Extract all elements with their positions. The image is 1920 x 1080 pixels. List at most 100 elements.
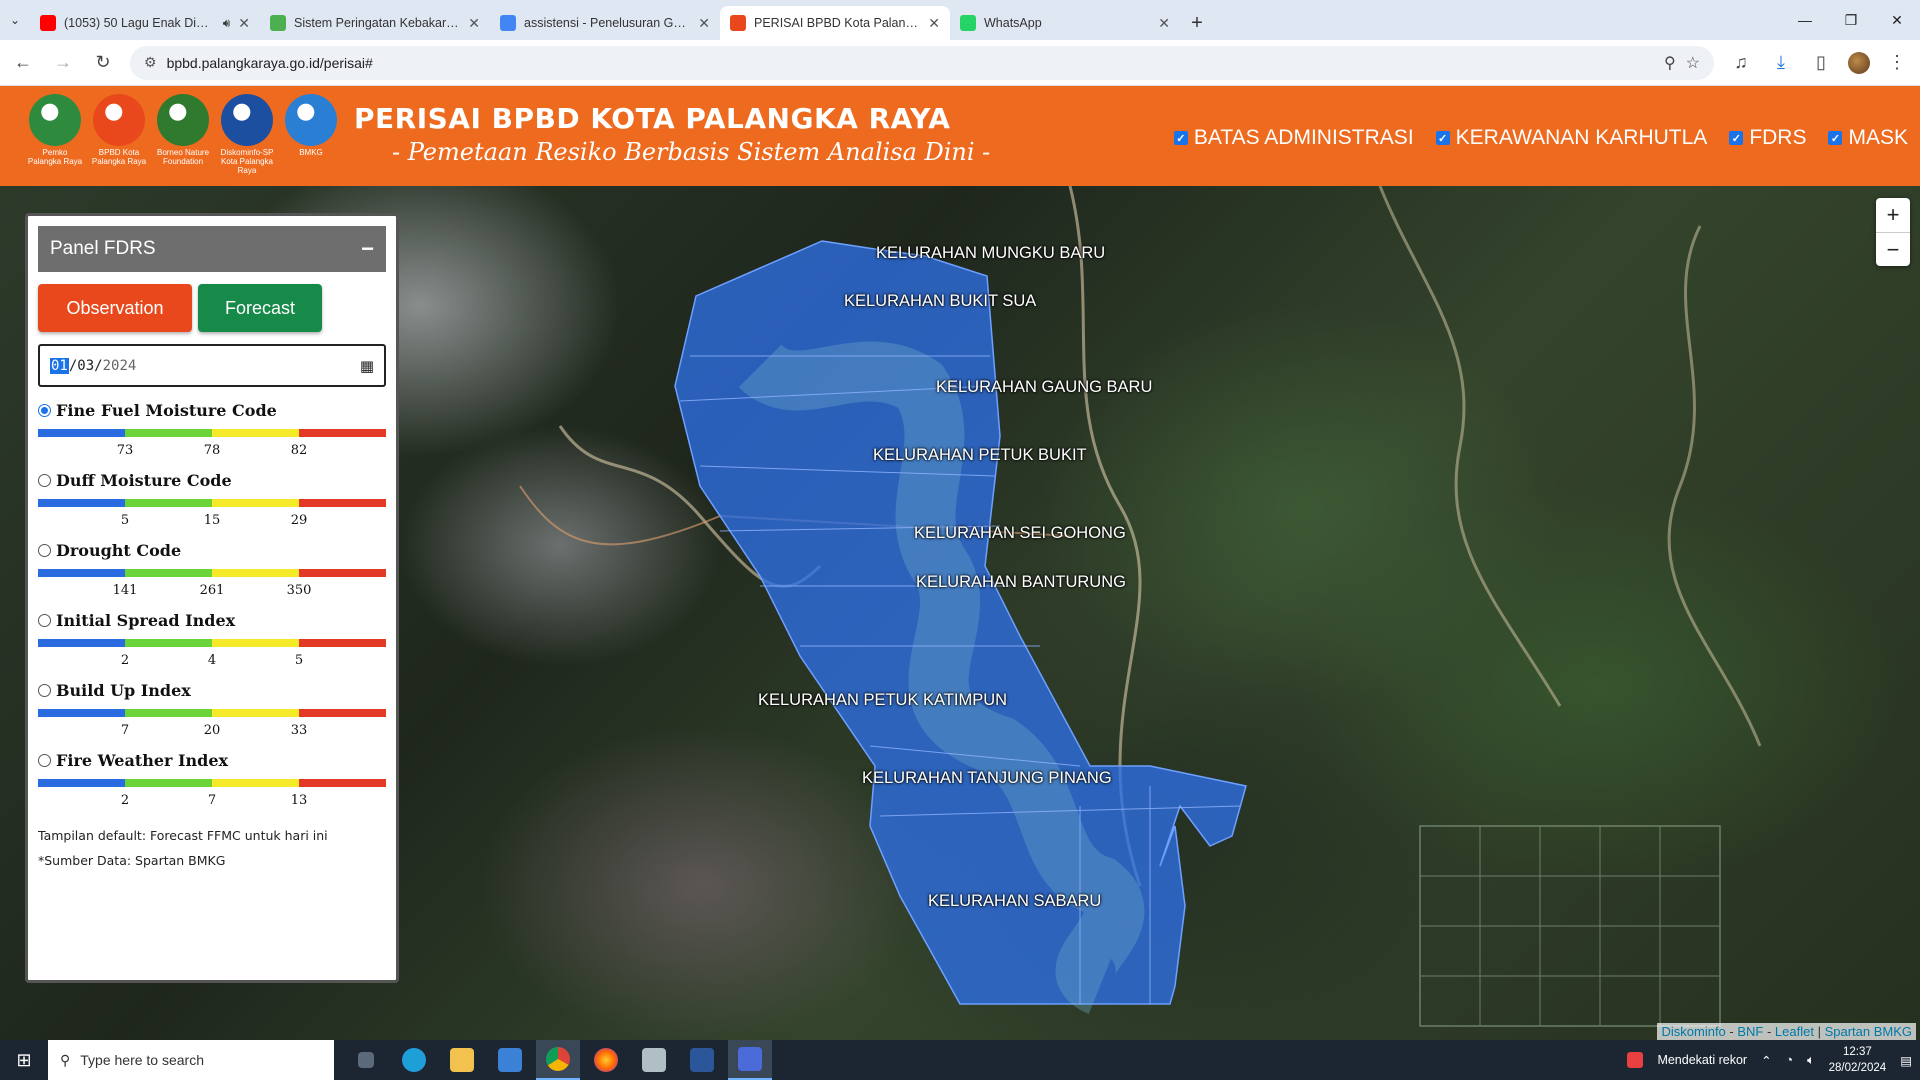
- fdrs-index-option[interactable]: Fire Weather Index 2 7 13: [38, 751, 386, 808]
- kelurahan-label[interactable]: KELURAHAN PETUK BUKIT: [873, 446, 1087, 465]
- network-icon[interactable]: ◔: [1786, 1053, 1794, 1067]
- browser-tab[interactable]: (1053) 50 Lagu Enak Didengar 🔊︎ ✕: [30, 6, 260, 40]
- site-header: Pemko Palangka Raya BPBD Kota Palangka R…: [0, 86, 1920, 186]
- download-icon[interactable]: ⤓: [1768, 52, 1794, 73]
- scale-tick-label: 261: [199, 583, 225, 598]
- clock[interactable]: 12:37 28/02/2024: [1829, 1044, 1887, 1076]
- browser-tab[interactable]: assistensi - Penelusuran Google ✕: [490, 6, 720, 40]
- volume-icon[interactable]: 🔈︎: [1807, 1053, 1815, 1068]
- media-control-icon[interactable]: ♫: [1728, 52, 1754, 73]
- date-month[interactable]: 03: [77, 358, 94, 374]
- close-tab-icon[interactable]: ✕: [1158, 15, 1170, 32]
- url-text[interactable]: bpbd.palangkaraya.go.id/perisai#: [167, 55, 1654, 71]
- checkbox[interactable]: ✓: [1828, 131, 1843, 145]
- speaker-icon[interactable]: 🔊︎: [223, 16, 231, 31]
- kelurahan-label[interactable]: KELURAHAN SABARU: [928, 892, 1101, 911]
- layer-toggle[interactable]: ✓ KERAWANAN KARHUTLA: [1435, 126, 1707, 150]
- date-day[interactable]: 01: [50, 357, 69, 374]
- index-name[interactable]: Fire Weather Index: [56, 751, 228, 770]
- index-radio[interactable]: [38, 684, 51, 697]
- close-window-button[interactable]: ✕: [1874, 0, 1920, 40]
- fdrs-index-option[interactable]: Drought Code 141 261 350: [38, 541, 386, 598]
- zoom-out-button[interactable]: −: [1876, 232, 1910, 266]
- windows-start-icon[interactable]: ⊞: [0, 1040, 48, 1080]
- checkbox[interactable]: ✓: [1173, 131, 1188, 145]
- layer-toggle[interactable]: ✓ FDRS: [1729, 126, 1806, 150]
- new-tab-button[interactable]: +: [1180, 6, 1214, 40]
- tab-search-button[interactable]: ⌄: [0, 0, 30, 40]
- observation-button[interactable]: Observation: [38, 284, 192, 332]
- file-explorer-icon[interactable]: [440, 1040, 484, 1080]
- weather-icon[interactable]: [1627, 1052, 1644, 1068]
- index-name[interactable]: Drought Code: [56, 541, 181, 560]
- tray-chevron-icon[interactable]: ⌃: [1761, 1053, 1771, 1068]
- kelurahan-label[interactable]: KELURAHAN BUKIT SUA: [844, 292, 1036, 311]
- back-icon[interactable]: ←: [10, 52, 36, 73]
- fdrs-index-option[interactable]: Build Up Index 7 20 33: [38, 681, 386, 738]
- close-tab-icon[interactable]: ✕: [468, 15, 480, 32]
- close-tab-icon[interactable]: ✕: [698, 15, 710, 32]
- word-icon[interactable]: [680, 1040, 724, 1080]
- minimize-window-button[interactable]: —: [1782, 0, 1828, 40]
- index-name[interactable]: Initial Spread Index: [56, 611, 235, 630]
- notification-icon[interactable]: ▤: [1900, 1053, 1912, 1068]
- close-tab-icon[interactable]: ✕: [928, 15, 940, 32]
- browser-tab[interactable]: WhatsApp ✕: [950, 6, 1180, 40]
- browser-tab[interactable]: Sistem Peringatan Kebakaran Hutan ✕: [260, 6, 490, 40]
- site-info-icon[interactable]: ⚙: [144, 54, 157, 71]
- index-radio[interactable]: [38, 754, 51, 767]
- partner-logos: Pemko Palangka Raya BPBD Kota Palangka R…: [26, 94, 340, 175]
- teams-or-app-icon[interactable]: [728, 1040, 772, 1080]
- mail-icon[interactable]: [488, 1040, 532, 1080]
- weather-text[interactable]: Mendekati rekor: [1657, 1053, 1747, 1067]
- layer-toggle[interactable]: ✓ MASK: [1828, 126, 1908, 150]
- attribution-link[interactable]: Diskominfo: [1661, 1024, 1725, 1039]
- chrome-icon[interactable]: [536, 1040, 580, 1080]
- attribution-link[interactable]: Leaflet: [1775, 1024, 1814, 1039]
- kelurahan-label[interactable]: KELURAHAN SEI GOHONG: [914, 524, 1126, 543]
- index-name[interactable]: Build Up Index: [56, 681, 191, 700]
- app-icon[interactable]: [632, 1040, 676, 1080]
- side-panel-icon[interactable]: ▯: [1808, 52, 1834, 73]
- logo-emblem-icon: [157, 94, 209, 146]
- task-view-icon[interactable]: [344, 1040, 388, 1080]
- reload-icon[interactable]: ↻: [90, 52, 116, 73]
- profile-avatar[interactable]: [1848, 51, 1870, 74]
- date-year[interactable]: 2024: [103, 358, 137, 374]
- bookmark-star-icon[interactable]: ☆: [1686, 53, 1700, 73]
- index-radio[interactable]: [38, 404, 51, 417]
- attribution-link[interactable]: BNF: [1737, 1024, 1763, 1039]
- kelurahan-label[interactable]: KELURAHAN TANJUNG PINANG: [862, 769, 1112, 788]
- calendar-icon[interactable]: ▦: [360, 357, 374, 375]
- fdrs-index-option[interactable]: Fine Fuel Moisture Code 73 78 82: [38, 401, 386, 458]
- fdrs-index-option[interactable]: Initial Spread Index 2 4 5: [38, 611, 386, 668]
- kelurahan-label[interactable]: KELURAHAN GAUNG BARU: [936, 378, 1152, 397]
- fdrs-index-option[interactable]: Duff Moisture Code 5 15 29: [38, 471, 386, 528]
- layer-toggle[interactable]: ✓ BATAS ADMINISTRASI: [1173, 126, 1414, 150]
- index-radio[interactable]: [38, 474, 51, 487]
- kelurahan-label[interactable]: KELURAHAN BANTURUNG: [916, 573, 1126, 592]
- close-tab-icon[interactable]: ✕: [238, 15, 250, 32]
- attribution-link[interactable]: Spartan BMKG: [1825, 1024, 1912, 1039]
- zoom-in-button[interactable]: +: [1876, 198, 1910, 232]
- firefox-icon[interactable]: [584, 1040, 628, 1080]
- browser-tab[interactable]: PERISAI BPBD Kota Palangka Raya ✕: [720, 6, 950, 40]
- index-radio[interactable]: [38, 614, 51, 627]
- menu-kebab-icon[interactable]: ⋮: [1884, 52, 1910, 73]
- forecast-button[interactable]: Forecast: [198, 284, 322, 332]
- edge-icon[interactable]: [392, 1040, 436, 1080]
- date-input[interactable]: 01/03/2024 ▦: [38, 344, 386, 387]
- kelurahan-label[interactable]: KELURAHAN MUNGKU BARU: [876, 244, 1105, 263]
- taskbar-search[interactable]: ⚲ Type here to search: [48, 1040, 334, 1080]
- index-name[interactable]: Duff Moisture Code: [56, 471, 232, 490]
- forward-icon[interactable]: →: [50, 52, 76, 73]
- checkbox[interactable]: ✓: [1435, 131, 1450, 145]
- panel-minimize-button[interactable]: −: [361, 236, 374, 262]
- address-bar[interactable]: ⚙ bpbd.palangkaraya.go.id/perisai# ⚲ ☆: [130, 45, 1714, 80]
- restore-window-button[interactable]: ❐: [1828, 0, 1874, 40]
- checkbox[interactable]: ✓: [1729, 131, 1744, 145]
- kelurahan-label[interactable]: KELURAHAN PETUK KATIMPUN: [758, 691, 1007, 710]
- index-radio[interactable]: [38, 544, 51, 557]
- index-name[interactable]: Fine Fuel Moisture Code: [56, 401, 277, 420]
- zoom-icon[interactable]: ⚲: [1664, 53, 1676, 73]
